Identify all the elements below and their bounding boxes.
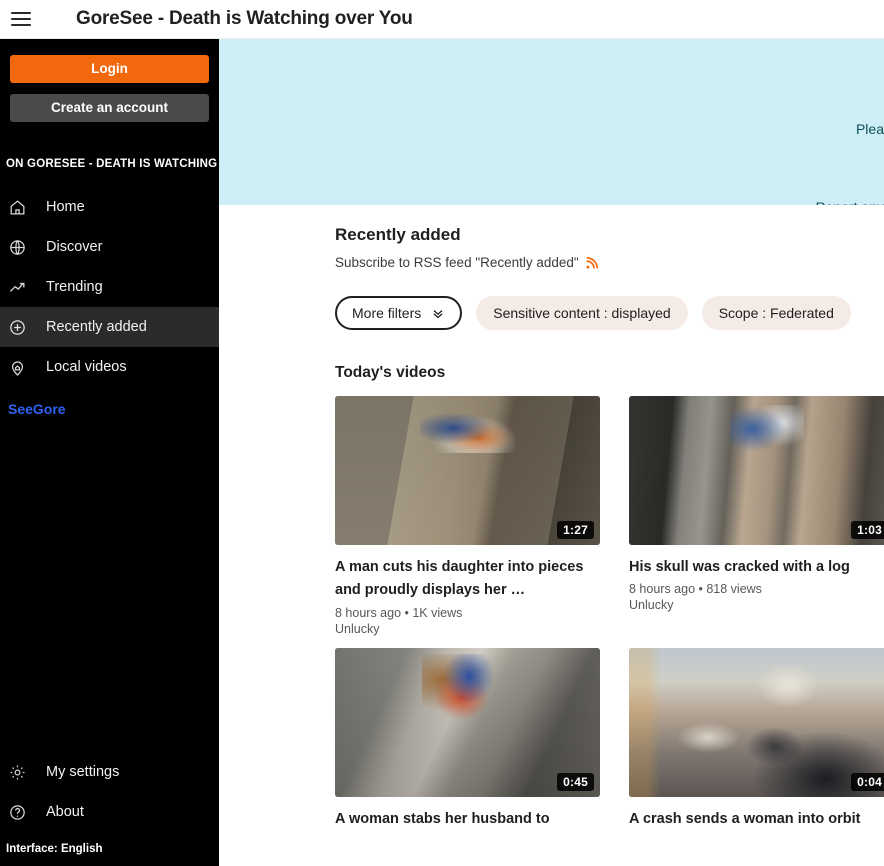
video-channel[interactable]: Unlucky (335, 622, 600, 636)
section-title: Recently added (335, 225, 461, 244)
video-card: 1:03 His skull was cracked with a log 8 … (629, 396, 884, 636)
chip-sensitive-content[interactable]: Sensitive content : displayed (476, 296, 688, 330)
chevron-double-down-icon (431, 306, 445, 320)
video-channel[interactable]: Unlucky (629, 598, 884, 612)
home-icon (8, 196, 40, 218)
video-meta: 8 hours ago • 818 views (629, 582, 762, 597)
video-card: 0:04 A crash sends a woman into orbit (629, 647, 884, 831)
video-duration-badge: 1:27 (557, 521, 594, 539)
more-filters-button[interactable]: More filters (335, 296, 463, 330)
info-banner: Plea Report any (219, 39, 884, 205)
sidebar-item-label: Recently added (46, 319, 147, 335)
create-account-button[interactable]: Create an account (10, 94, 209, 122)
sidebar-item-my-settings[interactable]: My settings (0, 752, 219, 792)
sidebar-item-label: My settings (46, 764, 120, 780)
map-pin-icon (8, 356, 40, 378)
trending-arrow-icon (8, 276, 40, 298)
question-circle-icon (8, 801, 40, 823)
gear-icon (8, 761, 40, 783)
interface-language-label[interactable]: Interface: English (0, 832, 219, 862)
sidebar-item-discover[interactable]: Discover (0, 227, 219, 267)
sidebar-bottom: My settings About Interface: English (0, 752, 219, 866)
filter-chips: More filters Sensitive content : display… (219, 270, 884, 330)
auth-block: Login Create an account (0, 39, 219, 122)
sidebar-item-label: Home (46, 199, 85, 215)
video-thumbnail[interactable]: 1:03 (629, 396, 884, 545)
sidebar-item-home[interactable]: Home (0, 187, 219, 227)
sidebar-item-recently-added[interactable]: Recently added (0, 307, 219, 347)
globe-icon (8, 236, 40, 258)
video-thumbnail[interactable]: 0:04 (629, 647, 884, 797)
more-filters-label: More filters (352, 305, 422, 321)
login-button[interactable]: Login (10, 55, 209, 83)
sidebar-item-label: Discover (46, 239, 103, 255)
hamburger-icon[interactable] (0, 0, 40, 39)
rss-icon[interactable] (585, 256, 599, 270)
sidebar-nav: Home Discover Trending Recently added Lo… (0, 187, 219, 417)
sidebar-brand-link[interactable]: SeeGore (0, 387, 219, 417)
thumbnail-image (629, 396, 884, 545)
sidebar-item-label: Local videos (46, 359, 127, 375)
page-title: GoreSee - Death is Watching over You (76, 8, 413, 29)
main-content: Recently added Subscribe to RSS feed "Re… (219, 205, 884, 866)
video-card: 1:27 A man cuts his daughter into pieces… (335, 396, 600, 636)
video-duration-badge: 0:45 (557, 772, 594, 791)
sidebar-section-title: ON GORESEE - DEATH IS WATCHING OV (6, 158, 219, 170)
video-card: 0:45 A woman stabs her husband to (335, 647, 600, 831)
thumbnail-image (629, 647, 884, 797)
rss-subscribe-row[interactable]: Subscribe to RSS feed "Recently added" (335, 255, 884, 270)
app-root: GoreSee - Death is Watching over You Log… (0, 0, 884, 866)
plus-circle-icon (8, 316, 40, 338)
rss-subscribe-label: Subscribe to RSS feed "Recently added" (335, 255, 579, 270)
video-title[interactable]: A woman stabs her husband to (335, 808, 600, 831)
banner-text-primary: Plea (855, 121, 884, 137)
video-title[interactable]: A man cuts his daughter into pieces and … (335, 556, 600, 603)
sidebar-item-about[interactable]: About (0, 792, 219, 832)
sidebar-item-local-videos[interactable]: Local videos (0, 347, 219, 387)
sidebar: Login Create an account ON GORESEE - DEA… (0, 39, 219, 866)
video-thumbnail[interactable]: 1:27 (335, 396, 600, 545)
video-title[interactable]: A crash sends a woman into orbit (629, 808, 884, 831)
sidebar-item-label: About (46, 804, 84, 820)
page-header: Recently added Subscribe to RSS feed "Re… (219, 205, 884, 270)
sidebar-item-label: Trending (46, 279, 103, 295)
video-duration-badge: 0:04 (851, 772, 884, 791)
video-grid: 1:27 A man cuts his daughter into pieces… (219, 382, 884, 831)
video-duration-badge: 1:03 (851, 521, 884, 539)
sidebar-item-trending[interactable]: Trending (0, 267, 219, 307)
video-meta: 8 hours ago • 1K views (335, 605, 463, 620)
top-bar: GoreSee - Death is Watching over You (0, 0, 884, 39)
video-group-title: Today's videos (335, 364, 446, 381)
video-title[interactable]: His skull was cracked with a log (629, 556, 884, 579)
video-thumbnail[interactable]: 0:45 (335, 647, 600, 797)
chip-scope[interactable]: Scope : Federated (701, 296, 851, 330)
